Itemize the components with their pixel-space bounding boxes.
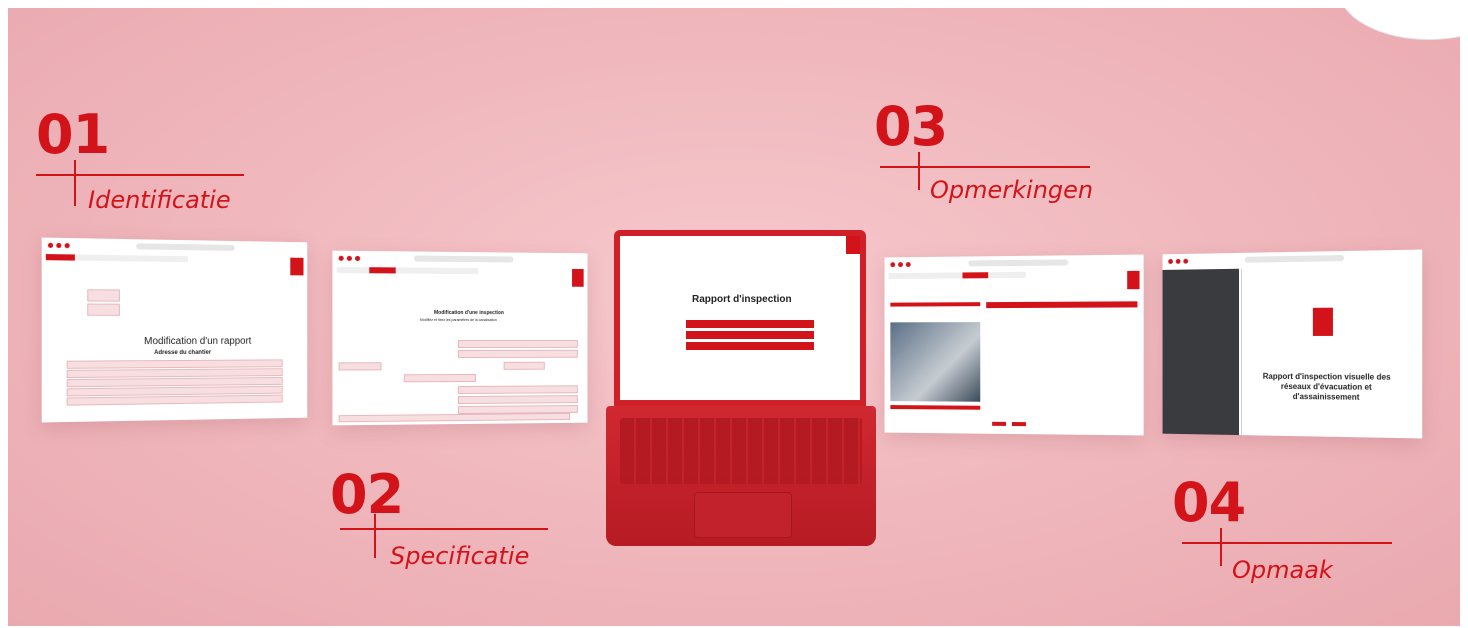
- url-bar: [968, 259, 1068, 266]
- laptop-display: Rapport d'inspection: [620, 236, 860, 400]
- tab-strip: [337, 267, 478, 274]
- maximize-dot-icon: [906, 262, 911, 267]
- form-subtitle: Modifiez et fixez les paramètres de la c…: [420, 318, 497, 322]
- brand-logo: [1127, 271, 1139, 289]
- step-03: 03 Opmerkingen: [874, 100, 1134, 210]
- pdf-sidebar: [1163, 269, 1239, 435]
- image-toolbar: [890, 405, 980, 410]
- close-dot-icon: [890, 262, 895, 267]
- step-label: Identificatie: [88, 186, 231, 214]
- step-tick: [374, 514, 376, 558]
- window-remarks: [885, 255, 1144, 436]
- spec-field: [458, 395, 578, 404]
- close-dot-icon: [48, 242, 53, 247]
- minimize-dot-icon: [56, 242, 61, 247]
- inspection-camera-image: [890, 322, 980, 402]
- maximize-dot-icon: [355, 255, 360, 260]
- spec-field: [458, 385, 578, 394]
- window-identification: Modification d'un rapport Adresse du cha…: [42, 238, 308, 423]
- step-number: 02: [330, 468, 403, 522]
- spec-field: [504, 362, 545, 370]
- close-dot-icon: [1168, 259, 1173, 264]
- tab-strip: [888, 272, 1026, 279]
- action-button[interactable]: [992, 422, 1006, 426]
- menu-button[interactable]: [686, 342, 814, 350]
- panel-header: [890, 302, 980, 306]
- brand-logo: [1313, 308, 1333, 336]
- brand-logo: [846, 236, 860, 254]
- keyboard: [620, 418, 862, 484]
- address-field: [67, 359, 283, 368]
- menu-button[interactable]: [686, 320, 814, 328]
- menu-button[interactable]: [686, 331, 814, 339]
- step-tick: [74, 160, 76, 206]
- maximize-dot-icon: [65, 243, 70, 248]
- step-tick: [1220, 528, 1222, 566]
- action-button[interactable]: [1012, 422, 1026, 426]
- step-divider: [36, 174, 244, 176]
- spec-field: [458, 350, 578, 358]
- spec-field: [339, 413, 571, 422]
- step-tick: [918, 152, 920, 190]
- document-title: Rapport d'inspection visuelle des réseau…: [1250, 372, 1405, 404]
- brand-logo: [290, 258, 303, 276]
- step-02: 02 Specificatie: [330, 468, 570, 578]
- url-bar: [414, 256, 514, 263]
- report-reference-field: [87, 304, 120, 316]
- minimize-dot-icon: [347, 255, 352, 260]
- step-label: Opmerkingen: [930, 176, 1093, 204]
- trackpad: [694, 492, 792, 538]
- step-number: 04: [1172, 476, 1245, 530]
- laptop-screen: Rapport d'inspection: [614, 230, 866, 408]
- app-title: Rapport d'inspection: [692, 294, 792, 305]
- report-number-field: [87, 289, 120, 301]
- active-tab: [46, 254, 75, 261]
- minimize-dot-icon: [898, 262, 903, 267]
- step-04: 04 Opmaak: [1172, 476, 1412, 586]
- window-specification: Modification d'une inspection Modifiez e…: [332, 251, 587, 426]
- spec-field: [339, 362, 382, 370]
- step-divider: [340, 528, 548, 530]
- brand-logo: [572, 269, 584, 287]
- address-field: [67, 395, 283, 406]
- step-divider: [1182, 542, 1392, 544]
- minimize-dot-icon: [1176, 258, 1181, 263]
- step-number: 03: [874, 100, 947, 154]
- step-number: 01: [36, 108, 109, 162]
- spec-field: [404, 374, 476, 382]
- window-layout: Rapport d'inspection visuelle des réseau…: [1163, 250, 1423, 439]
- observations-header: [986, 301, 1137, 308]
- active-tab: [369, 267, 395, 273]
- form-title: Modification d'une inspection: [434, 310, 504, 316]
- scene-background: 01 Identificatie 02 Specificatie 03 Opme…: [8, 8, 1460, 626]
- pdf-page: Rapport d'inspection visuelle des réseau…: [1241, 266, 1413, 438]
- step-divider: [880, 166, 1090, 168]
- close-dot-icon: [339, 255, 344, 260]
- corner-decoration: [1338, 8, 1460, 40]
- maximize-dot-icon: [1183, 258, 1188, 263]
- step-01: 01 Identificatie: [36, 108, 276, 218]
- step-label: Specificatie: [390, 542, 529, 570]
- active-tab: [962, 272, 988, 278]
- form-subtitle: Adresse du chantier: [154, 350, 211, 356]
- form-title: Modification d'un rapport: [144, 336, 251, 347]
- step-label: Opmaak: [1232, 556, 1333, 584]
- spec-field: [458, 340, 578, 348]
